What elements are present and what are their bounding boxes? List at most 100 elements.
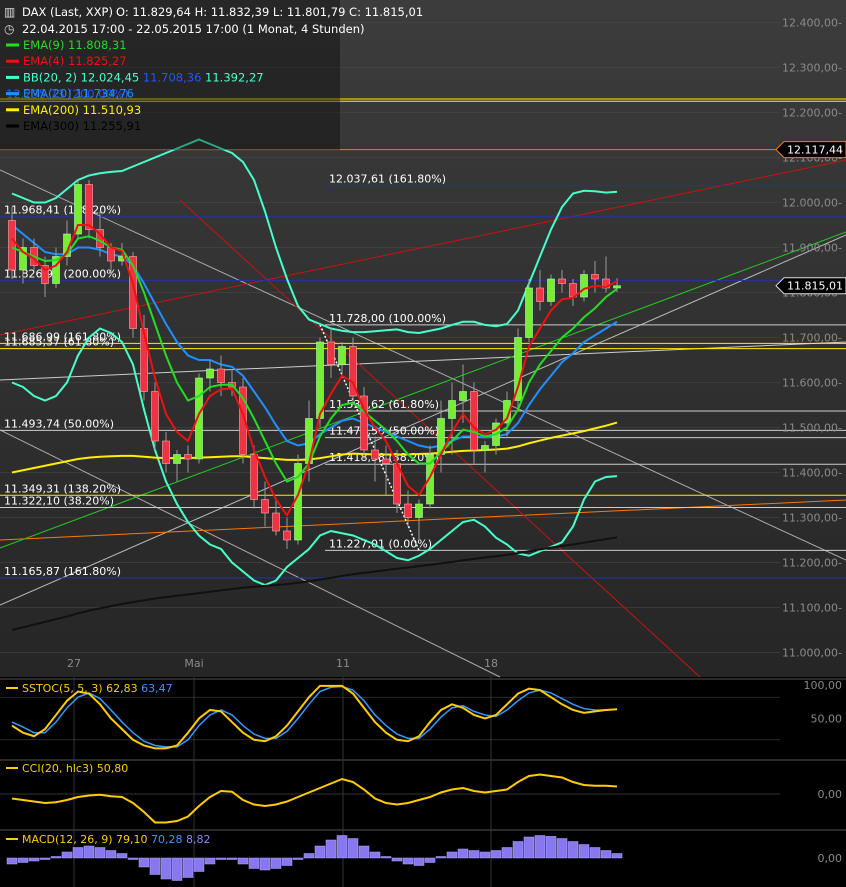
macd-histogram-bar [402,857,414,865]
macd-histogram-bar [600,850,612,859]
macd-histogram-bar [435,856,447,859]
macd-histogram-bar [39,857,51,860]
legend-value: 11.392,27 [201,70,263,84]
macd-histogram-bar [314,845,326,859]
macd-histogram-bar [567,841,579,859]
macd-histogram-bar [413,857,425,866]
fib-level-label: 11.349,31 (138.20%) [4,482,121,495]
legend-entry: EMA(200) 11.510,93 [23,103,141,117]
fib-level-label: 11.322,10 (38.20%) [4,495,114,508]
y-axis-tick-label: 50,00 [811,713,843,726]
instrument-title: DAX (Last, XXP) [22,5,113,19]
macd-histogram-bar [6,857,18,865]
candle-down [470,391,478,451]
candle-up [338,346,346,365]
legend-label: EMA(300) [23,119,83,133]
y-axis-tick-label: 11.100,00- [782,602,842,615]
macd-histogram-bar [160,857,172,880]
candle-down [591,274,599,280]
legend-value: 11.734,76 [75,87,134,101]
candle-down [404,503,412,518]
macd-histogram-bar [347,838,359,859]
macd-histogram-bar [336,835,348,859]
macd-histogram-bar [589,847,601,859]
osc-name: CCI(20, hlc3) [22,762,97,775]
macd-histogram-bar [237,857,249,865]
candle-down [250,454,258,500]
macd-histogram-bar [270,857,282,869]
macd-histogram-bar [61,851,73,859]
legend-label: EMA(9) [23,38,68,52]
y-axis-tick-label: 11.000,00- [782,647,842,660]
macd-histogram-bar [193,857,205,872]
candle-down [327,341,335,365]
y-axis-tick-label: 100,00 [804,679,843,692]
macd-histogram-bar [292,857,304,860]
y-axis-tick-label: 12.000,00- [782,197,842,210]
oscillator-label: SSTOC(5, 5, 3) 62,83 63,47 [22,682,173,695]
candle-down [140,328,148,392]
macd-histogram-bar [259,857,271,871]
oscillator-legend: SSTOC(5, 5, 3) 62,83 63,47 [6,682,173,695]
macd-histogram-bar [424,857,436,863]
candle-up [316,341,324,419]
macd-histogram-bar [72,847,84,859]
macd-histogram-bar [479,851,491,859]
macd-histogram-bar [358,845,370,859]
osc-value: 70,28 [151,833,186,846]
oscillator-label: MACD(12, 26, 9) 79,10 70,28 8,82 [22,833,211,846]
legend-value: 12.024,45 [81,70,140,84]
x-axis-tick-label: 27 [67,657,81,670]
osc-name: SSTOC(5, 5, 3) [22,682,106,695]
candle-down [217,368,225,383]
oscillator-label: CCI(20, hlc3) 50,80 [22,762,128,775]
macd-histogram-bar [380,856,392,859]
y-axis-tick-label: 12.400,00- [782,17,842,30]
x-axis-tick-label: Mai [184,657,203,670]
fib-level-label: 11.685,37 (61.80%) [4,336,114,349]
fib-level-label: 12.037,61 (161.80%) [329,173,446,186]
y-axis-tick-label: 11.900,00- [782,242,842,255]
y-axis-tick-label: 11.200,00- [782,557,842,570]
osc-value: 50,80 [97,762,129,775]
osc-name: MACD(12, 26, 9) [22,833,116,846]
candle-up [525,287,533,338]
legend-value: 11.255,91 [83,119,142,133]
candle-down [558,278,566,284]
candle-down [151,391,159,442]
oscillator-legend: CCI(20, hlc3) 50,80 [6,762,128,775]
oscillator-legend: MACD(12, 26, 9) 79,10 70,28 8,82 [6,833,211,846]
candle-down [8,220,16,271]
legend-label: EMA(200) [23,103,83,117]
osc-value: 63,47 [141,682,173,695]
macd-histogram-bar [116,853,128,859]
candle-down [261,499,269,514]
legend-entry: BB(20, 2) 12.024,45 11.708,36 11.392,27 [23,70,264,84]
candle-up [448,400,456,419]
macd-histogram-bar [204,857,216,865]
macd-histogram-bar [226,857,238,860]
macd-histogram-bar [611,853,623,859]
legend-value: 11.510,93 [83,103,142,117]
y-axis-tick-label: 11.700,00- [782,332,842,345]
candle-down [283,530,291,541]
y-axis-tick-label: 12.200,00- [782,107,842,120]
ohlc-values: O: 11.829,64 H: 11.832,39 L: 11.801,79 C… [116,5,423,19]
candle-up [206,368,214,379]
macd-histogram-bar [281,857,293,866]
macd-histogram-bar [149,857,161,875]
legend-entry: EMA(4) 11.825,27 [23,54,127,68]
legend-label: BB(20, 2) [23,70,81,84]
fib-level-label: 11.165,87 (161.80%) [4,565,121,578]
legend-entry: EMA(9) 11.808,31 [23,38,127,52]
osc-value: 62,83 [106,682,141,695]
macd-histogram-bar [83,845,95,859]
legend-label: EMA(4) [23,54,68,68]
price-marker-label: 11.815,01 [787,280,843,293]
legend-value: 11.708,36 [139,70,201,84]
macd-histogram-bar [556,838,568,859]
candle-up [459,391,467,401]
macd-histogram-bar [391,857,403,862]
macd-histogram-bar [138,857,150,868]
macd-histogram-bar [50,856,62,859]
